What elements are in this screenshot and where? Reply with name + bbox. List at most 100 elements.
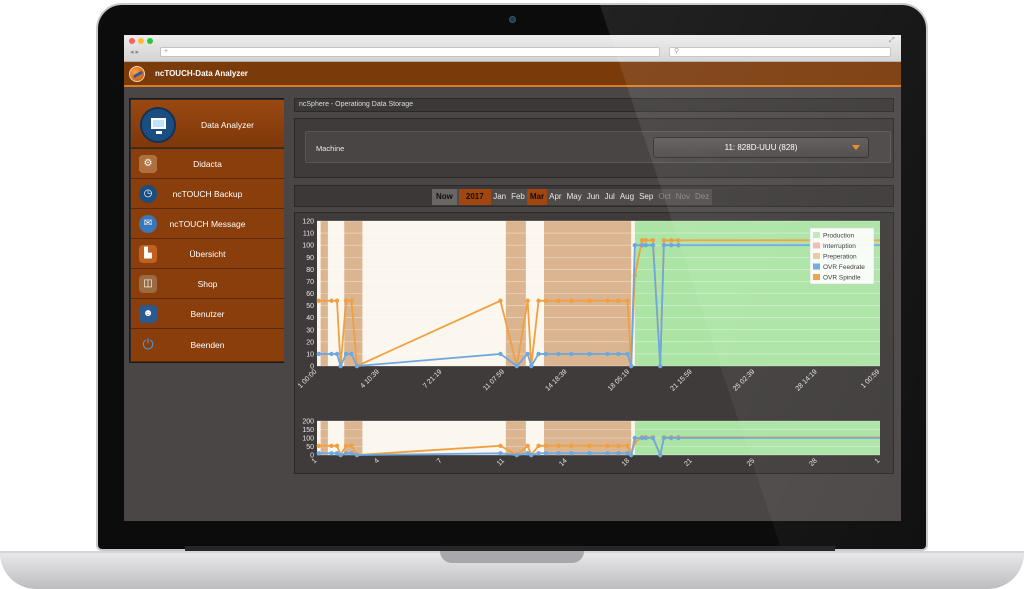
app-title: ncTOUCH-Data Analyzer: [155, 69, 248, 78]
main-data-point: [543, 351, 549, 357]
main-data-point: [643, 238, 648, 243]
month-may[interactable]: May: [564, 189, 584, 205]
main-content: ncSphere - Operationg Data Storage Machi…: [294, 98, 895, 508]
main-data-point: [625, 351, 630, 357]
close-window-icon[interactable]: [129, 38, 135, 44]
month-feb[interactable]: Feb: [509, 189, 528, 205]
month-jan[interactable]: Jan: [491, 189, 509, 205]
overview-x-tick-label: 14: [558, 457, 569, 468]
main-data-point: [658, 363, 663, 369]
main-y-tick-label: 90: [306, 255, 314, 262]
machine-label: Machine: [316, 144, 345, 153]
sidebar-item-beenden[interactable]: ⏻ Beenden: [131, 329, 284, 362]
overview-data-point: [616, 451, 621, 456]
overview-x-tick-label: 7: [436, 457, 444, 465]
legend-swatch: [813, 253, 820, 259]
now-button[interactable]: Now: [432, 189, 457, 205]
overview-x-tick-label: 4: [373, 457, 381, 465]
overview-data-point: [343, 451, 349, 456]
legend-label: Interruption: [823, 243, 856, 250]
legend-swatch: [813, 263, 820, 270]
sidebar-item-label: ncTOUCH Backup: [172, 189, 243, 199]
main-data-point: [354, 363, 360, 369]
machine-selector-row: Machine 11: 828D-UUU (828): [305, 131, 891, 163]
main-data-point: [338, 363, 343, 369]
main-data-point: [536, 351, 541, 357]
machine-dropdown[interactable]: 11: 828D-UUU (828): [653, 137, 869, 158]
maximize-window-icon[interactable]: [147, 38, 153, 44]
camera-icon: [509, 16, 516, 23]
main-y-tick-label: 30: [306, 327, 314, 334]
main-data-point: [498, 351, 503, 357]
sidebar-item-uebersicht[interactable]: ▙ Übersicht: [131, 239, 284, 269]
main-x-tick-label: 18 05:19: [607, 368, 631, 392]
main-data-point: [668, 238, 674, 243]
back-forward-icon[interactable]: ◂ ▸: [130, 48, 139, 56]
legend-label: Production: [823, 233, 854, 240]
main-data-point: [536, 298, 541, 303]
main-data-point: [343, 298, 349, 303]
main-data-point: [514, 363, 519, 369]
legend-label: OVR Feedrate: [823, 264, 865, 271]
overview-data-point: [543, 451, 549, 456]
sidebar-item-label: Beenden: [190, 340, 225, 350]
month-dez: Dez: [695, 192, 710, 201]
plus-icon[interactable]: +: [164, 48, 168, 55]
legend-swatch: [813, 232, 820, 238]
overview-data-point: [668, 435, 674, 441]
overview-data-point: [556, 451, 561, 456]
main-y-tick-label: 120: [302, 219, 314, 226]
main-data-point: [661, 238, 667, 243]
overview-data-point: [676, 435, 681, 441]
address-bar[interactable]: +: [160, 47, 660, 57]
minimize-window-icon[interactable]: [138, 38, 144, 44]
chart-panel: 0 10 20 30 40 50 60 70 80 90 100 110 120 1 00:00 4 10:…: [294, 212, 894, 474]
overview-data-point: [543, 443, 549, 449]
overview-x-tick-label: 21: [683, 457, 694, 468]
month-jun[interactable]: Jun: [584, 189, 602, 205]
browser-search-field[interactable]: ⚲: [669, 47, 891, 57]
overview-data-point: [556, 443, 561, 449]
month-mar[interactable]: Mar: [527, 189, 547, 205]
main-data-point: [334, 298, 340, 303]
legend-swatch: [813, 242, 820, 249]
sidebar-item-message[interactable]: ✉ ncTOUCH Message: [131, 209, 284, 239]
main-data-point: [676, 238, 681, 243]
sidebar-item-data-analyzer[interactable]: Data Analyzer: [131, 100, 284, 148]
sidebar-item-didacta[interactable]: ⚙ Didacta: [131, 149, 284, 179]
main-x-tick-label: 1 00:59: [860, 368, 882, 390]
sidebar-item-benutzer[interactable]: ☻ Benutzer: [131, 299, 284, 329]
month-jul[interactable]: Jul: [602, 189, 617, 205]
sidebar-item-backup[interactable]: ◷ ncTOUCH Backup: [131, 179, 284, 209]
month-oct: Oct: [658, 192, 671, 201]
fullscreen-icon[interactable]: ⤢: [889, 37, 895, 45]
main-data-point: [650, 238, 656, 243]
operating-data-chart[interactable]: 01020304050607080901001101201 00:00 4 10:…: [295, 213, 895, 475]
overview-data-point: [343, 443, 349, 449]
month-aug[interactable]: Aug: [617, 189, 636, 205]
sidebar-item-shop[interactable]: ◫ Shop: [131, 269, 284, 299]
month-apr[interactable]: Apr: [547, 189, 564, 205]
legend-label: OVR Spindle: [823, 275, 861, 282]
main-data-point: [556, 351, 561, 357]
main-data-point: [605, 298, 610, 303]
main-x-tick-label: 28 14:19: [795, 368, 819, 392]
overview-y-tick-label: 150: [302, 427, 314, 434]
sidebar-item-label: Benutzer: [190, 309, 225, 319]
period-selector: Now 2017 Jan Feb Mar Apr May Jun Jul Aug…: [432, 189, 712, 205]
main-data-point: [529, 363, 534, 369]
laptop-mockup: ◂ ▸ + ⚲ ⤢ ncTOUCH-Data Analyzer Data Ana…: [0, 0, 1024, 589]
machine-panel: Machine 11: 828D-UUU (828): [294, 118, 894, 178]
main-data-point: [569, 351, 574, 357]
legend-label: Preperation: [823, 254, 857, 261]
main-data-point: [625, 298, 630, 303]
main-data-point: [587, 351, 592, 357]
main-data-point: [343, 351, 349, 357]
sidebar-item-label: ncTOUCH Message: [169, 219, 246, 229]
sidebar-item-label: Shop: [197, 279, 218, 289]
month-sep[interactable]: Sep: [637, 189, 656, 205]
legend-swatch: [813, 274, 820, 280]
year-button[interactable]: 2017: [458, 189, 491, 205]
overview-data-point: [525, 443, 530, 449]
main-x-tick-label: 1 00:00: [297, 368, 319, 390]
